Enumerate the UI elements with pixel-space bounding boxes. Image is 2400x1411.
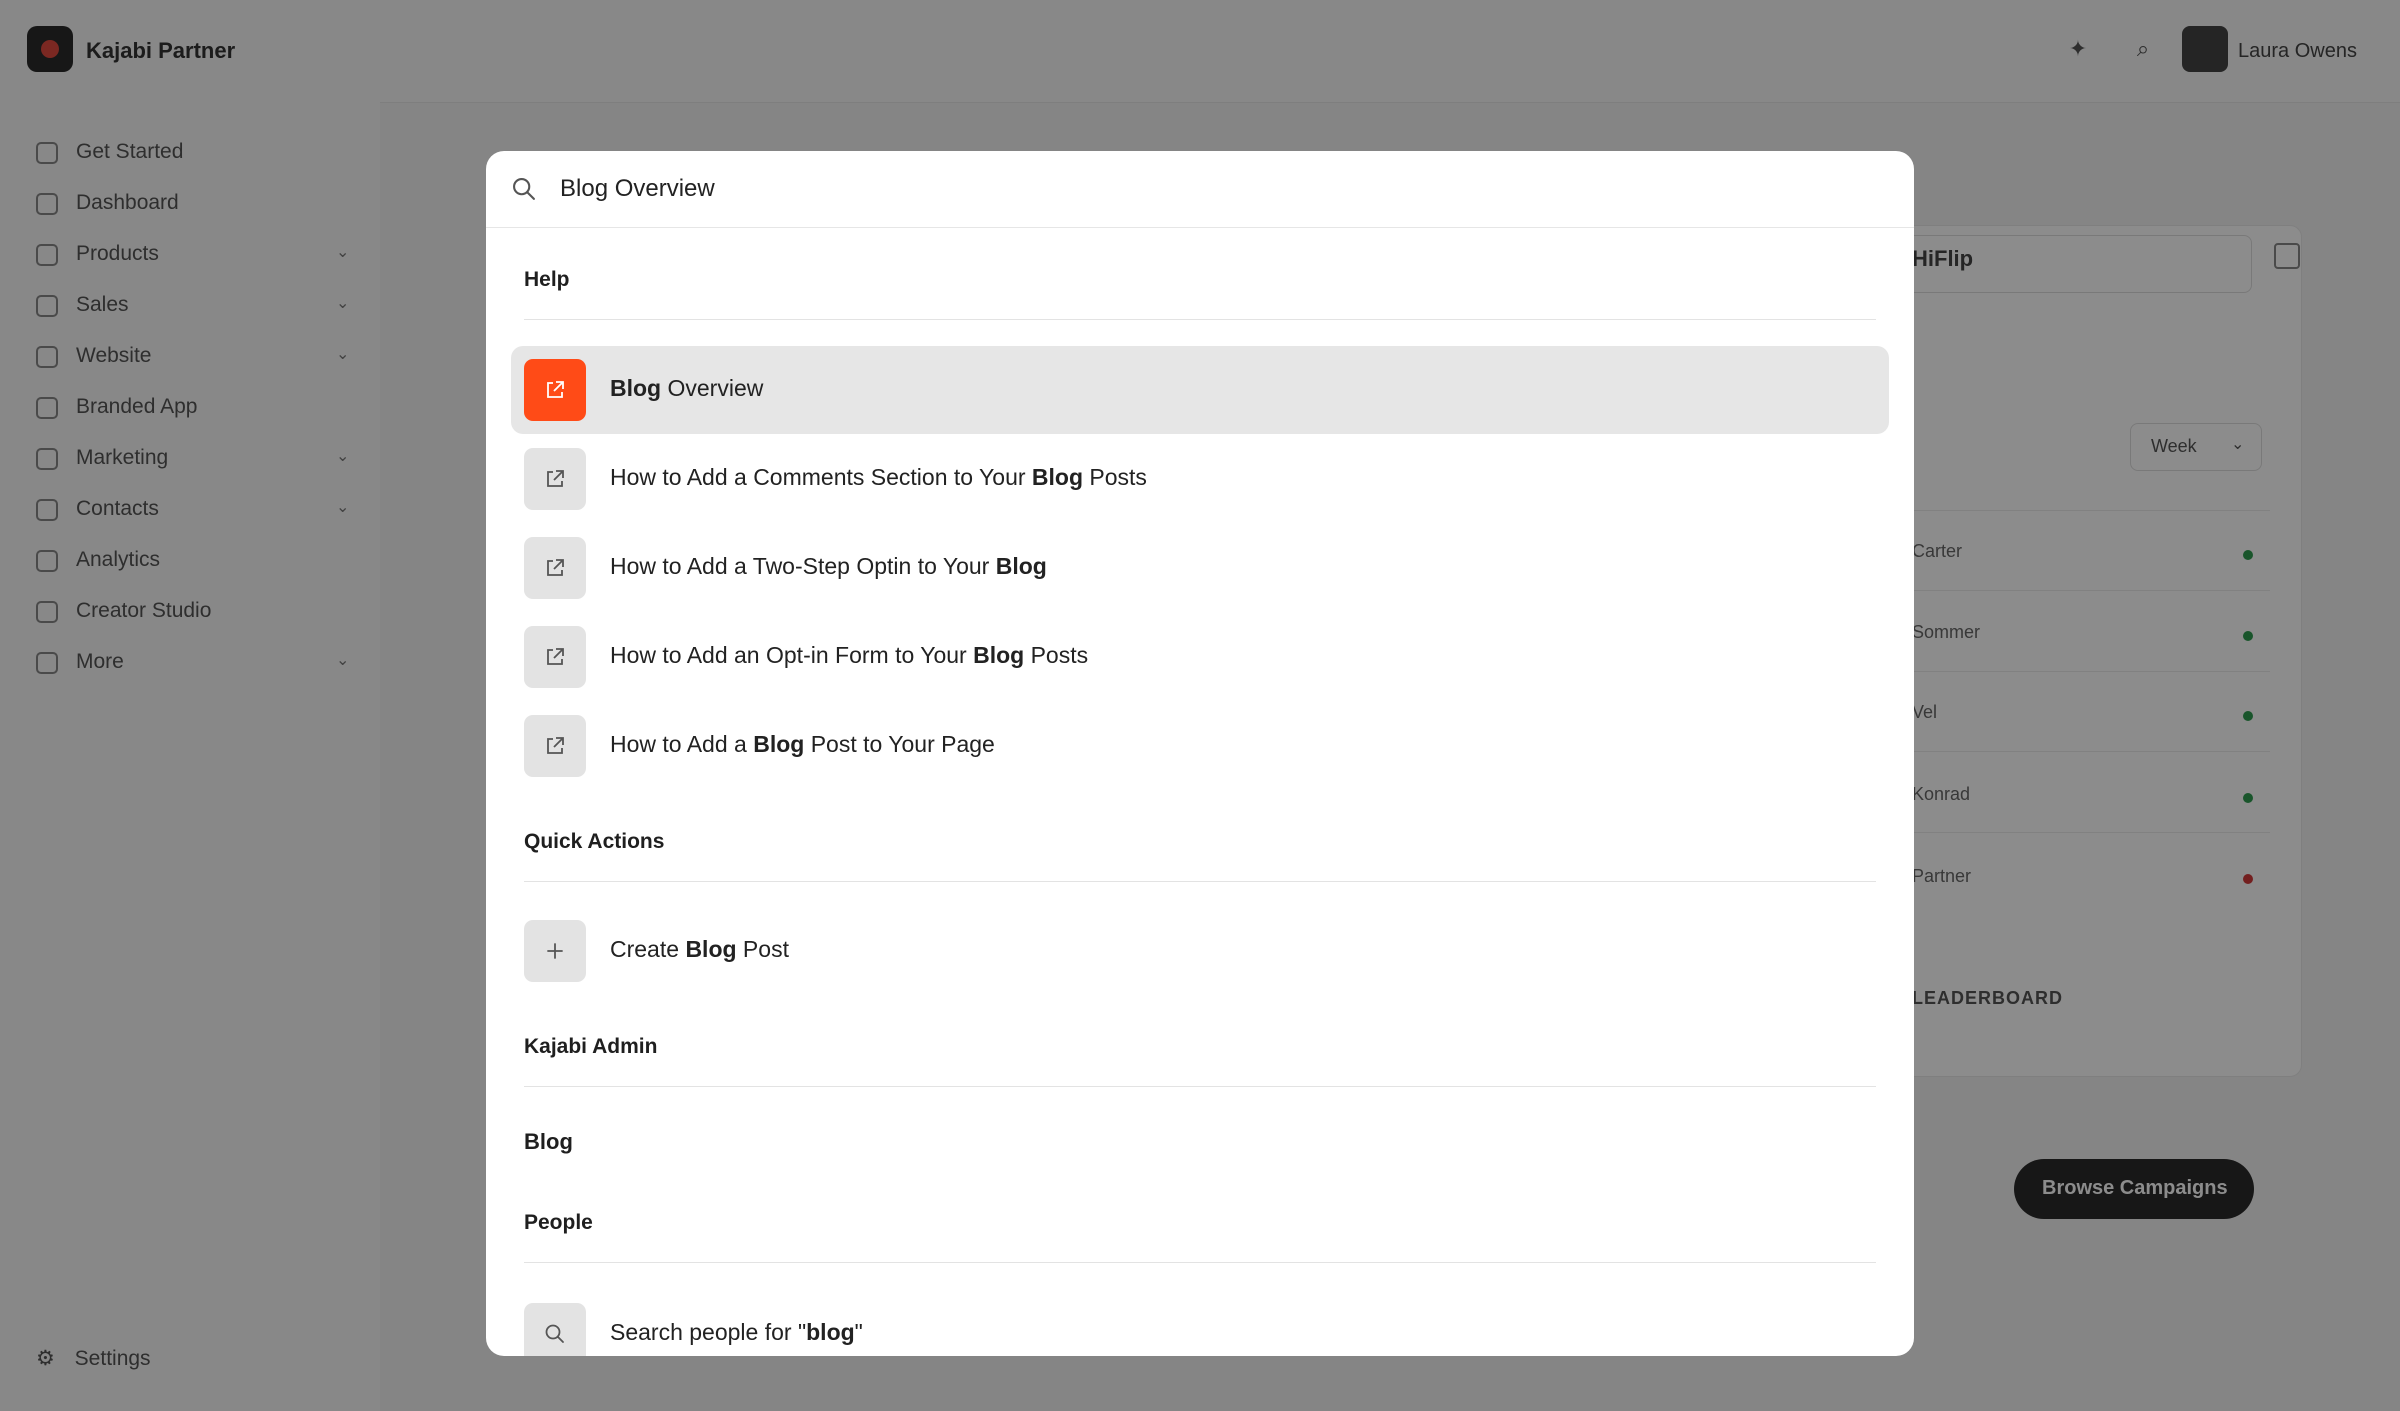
section-title-help: Help	[524, 268, 570, 291]
section-title-quick-actions: Quick Actions	[524, 830, 665, 853]
admin-item-blog[interactable]: Blog	[524, 1129, 573, 1155]
result-label: Search people for "blog"	[610, 1319, 863, 1345]
people-search-result[interactable]: Search people for "blog"	[511, 1290, 1889, 1356]
external-link-icon	[524, 537, 586, 599]
result-label: How to Add an Opt-in Form to Your Blog P…	[610, 642, 1089, 668]
search-input[interactable]	[560, 165, 1880, 213]
result-label: Blog Overview	[610, 375, 764, 401]
quick-action-create-blog-post[interactable]: Create Blog Post	[511, 907, 1889, 995]
help-result-blog-overview[interactable]: Blog Overview	[511, 346, 1889, 434]
section-title-kajabi-admin: Kajabi Admin	[524, 1035, 658, 1058]
divider	[524, 1086, 1876, 1087]
result-label: Create Blog Post	[610, 936, 789, 962]
section-title-people: People	[524, 1211, 593, 1234]
divider	[524, 881, 1876, 882]
help-result-blog-post-to-page[interactable]: How to Add a Blog Post to Your Page	[511, 702, 1889, 790]
divider	[524, 1262, 1876, 1263]
help-result-two-step-optin[interactable]: How to Add a Two-Step Optin to Your Blog	[511, 524, 1889, 612]
help-result-opt-in-form[interactable]: How to Add an Opt-in Form to Your Blog P…	[511, 613, 1889, 701]
result-label: How to Add a Comments Section to Your Bl…	[610, 464, 1147, 490]
search-palette: Help Blog Overview How to Add a Comments…	[486, 151, 1914, 1356]
external-link-icon	[524, 359, 586, 421]
plus-icon	[524, 920, 586, 982]
result-label: How to Add a Blog Post to Your Page	[610, 731, 995, 757]
external-link-icon	[524, 715, 586, 777]
help-result-comments-section[interactable]: How to Add a Comments Section to Your Bl…	[511, 435, 1889, 523]
search-bar	[486, 151, 1914, 228]
search-icon	[524, 1303, 586, 1356]
external-link-icon	[524, 626, 586, 688]
result-label: How to Add a Two-Step Optin to Your Blog	[610, 553, 1047, 579]
search-icon	[513, 178, 535, 200]
divider	[524, 319, 1876, 320]
external-link-icon	[524, 448, 586, 510]
